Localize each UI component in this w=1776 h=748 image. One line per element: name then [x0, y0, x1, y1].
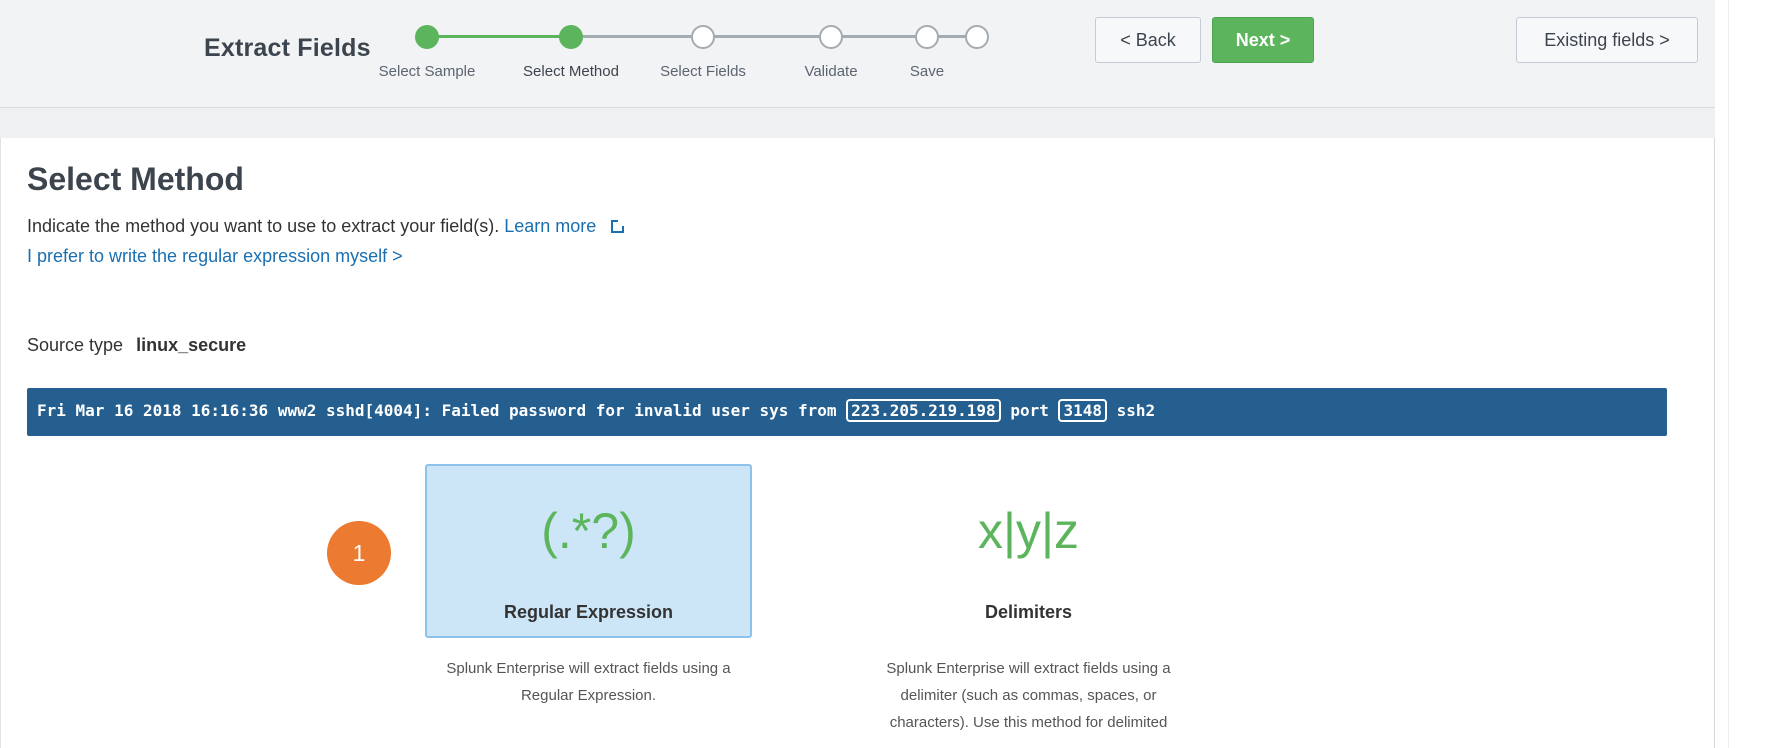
step-label-save: Save	[909, 63, 945, 80]
delimiters-card[interactable]: x|y|z Delimiters	[865, 464, 1192, 638]
app-stage: Extract Fields Select Sample Select Meth…	[0, 0, 1776, 748]
step-dot-select-method	[559, 25, 583, 49]
step-connector-1	[427, 35, 571, 38]
sample-event-bar: Fri Mar 16 2018 16:16:36 www2 sshd[4004]…	[27, 388, 1667, 436]
step-label-select-method: Select Method	[523, 63, 619, 80]
step-dot-final	[965, 25, 989, 49]
page-title: Select Method	[27, 161, 244, 197]
sample-event-text: Fri Mar 16 2018 16:16:36 www2 sshd[4004]…	[37, 399, 1156, 422]
wizard-header: Extract Fields Select Sample Select Meth…	[0, 0, 1715, 108]
event-suffix: ssh2	[1116, 401, 1156, 420]
event-prefix: Fri Mar 16 2018 16:16:36 www2 sshd[4004]…	[37, 401, 837, 420]
regex-method-description: Splunk Enterprise will extract fields us…	[446, 660, 731, 704]
step-label-select-sample: Select Sample	[378, 63, 476, 80]
callout-badge: 1	[327, 521, 391, 585]
delimiters-method-name: Delimiters	[984, 602, 1073, 622]
intro-description: Indicate the method you want to use to e…	[27, 216, 500, 236]
source-type-row: Source type linux_secure	[27, 335, 246, 356]
step-connector-3	[703, 35, 831, 38]
right-sidebar-strip	[1728, 0, 1776, 748]
step-label-validate: Validate	[804, 63, 858, 80]
source-type-label: Source type	[27, 335, 124, 355]
step-label-select-fields: Select Fields	[660, 63, 746, 80]
step-dot-select-fields	[691, 25, 715, 49]
external-link-icon[interactable]	[611, 220, 625, 233]
back-button[interactable]: < Back	[1095, 17, 1201, 63]
step-dot-save	[915, 25, 939, 49]
existing-fields-button[interactable]: Existing fields >	[1516, 17, 1698, 63]
step-connector-2	[571, 35, 703, 38]
step-connector-4	[831, 35, 927, 38]
highlighted-port: 3148	[1058, 399, 1108, 422]
regex-method-name: Regular Expression	[503, 602, 674, 622]
step-progress: Select Sample Select Method Select Field…	[379, 0, 1085, 108]
page-header-title: Extract Fields	[204, 34, 371, 62]
delimiters-method-description: Splunk Enterprise will extract fields us…	[886, 660, 1171, 731]
regex-icon: (.*?)	[541, 503, 636, 559]
learn-more-link[interactable]: Learn more	[504, 216, 596, 236]
write-regex-link[interactable]: I prefer to write the regular expression…	[27, 246, 403, 267]
intro-text: Indicate the method you want to use to e…	[27, 216, 625, 237]
step-dot-select-sample	[415, 25, 439, 49]
next-button[interactable]: Next >	[1212, 17, 1314, 63]
event-port-label: port	[1010, 401, 1049, 420]
regular-expression-card[interactable]: (.*?) Regular Expression	[425, 464, 752, 638]
delimiter-icon: x|y|z	[978, 503, 1079, 559]
highlighted-ip: 223.205.219.198	[846, 399, 1001, 422]
content-top-band	[0, 108, 1715, 138]
step-dot-validate	[819, 25, 843, 49]
source-type-value: linux_secure	[136, 335, 247, 355]
